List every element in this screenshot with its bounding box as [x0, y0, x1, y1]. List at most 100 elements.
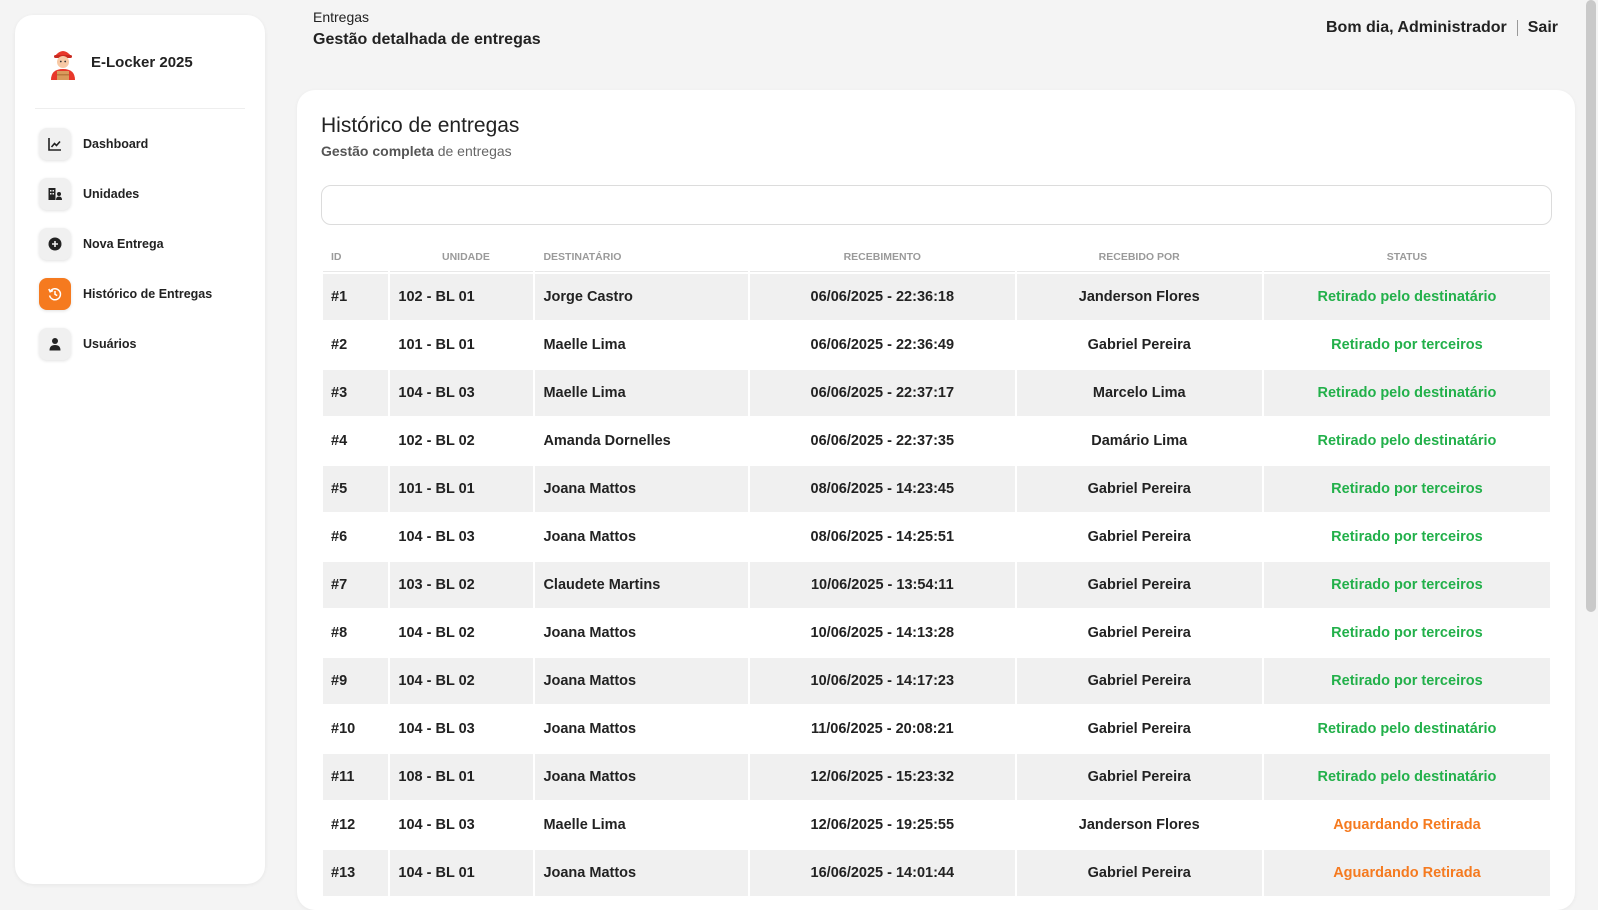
cell-id: #3 — [323, 370, 389, 416]
history-icon — [39, 278, 71, 310]
cell-destinatario: Maelle Lima — [535, 322, 748, 368]
cell-recebido-por: Gabriel Pereira — [1016, 754, 1262, 800]
cell-id: #1 — [323, 274, 389, 320]
cell-destinatario: Joana Mattos — [535, 466, 748, 512]
cell-destinatario: Joana Mattos — [535, 754, 748, 800]
cell-unidade: 108 - BL 01 — [390, 754, 534, 800]
table-row[interactable]: #1 102 - BL 01 Jorge Castro 06/06/2025 - 22… — [323, 274, 1550, 320]
cell-destinatario: Joana Mattos — [535, 706, 748, 752]
cell-status: Retirado pelo destinatário — [1263, 754, 1550, 800]
search-input[interactable] — [321, 185, 1552, 225]
table-row[interactable]: #12 104 - BL 03 Maelle Lima 12/06/2025 - 19… — [323, 802, 1550, 848]
cell-id: #5 — [323, 466, 389, 512]
cell-recebimento: 10/06/2025 - 14:13:28 — [749, 610, 1015, 656]
deliveries-table: ID Unidade Destinatário Recebimento Rece… — [321, 240, 1552, 898]
cell-status: Retirado pelo destinatário — [1263, 274, 1550, 320]
chart-line-icon — [39, 128, 71, 160]
cell-id: #9 — [323, 658, 389, 704]
cell-id: #13 — [323, 850, 389, 896]
brand[interactable]: E-Locker 2025 — [47, 37, 193, 87]
cell-destinatario: Maelle Lima — [535, 370, 748, 416]
page-scrollbar[interactable] — [1586, 0, 1596, 612]
cell-recebimento: 08/06/2025 - 14:25:51 — [749, 514, 1015, 560]
divider — [1516, 20, 1518, 36]
table-row[interactable]: #9 104 - BL 02 Joana Mattos 10/06/2025 - 14… — [323, 658, 1550, 704]
cell-recebimento: 10/06/2025 - 14:17:23 — [749, 658, 1015, 704]
cell-recebido-por: Janderson Flores — [1016, 274, 1262, 320]
cell-status: Retirado pelo destinatário — [1263, 706, 1550, 752]
cell-unidade: 104 - BL 03 — [390, 514, 534, 560]
cell-id: #8 — [323, 610, 389, 656]
logout-link[interactable]: Sair — [1528, 19, 1558, 37]
cell-unidade: 102 - BL 02 — [390, 418, 534, 464]
cell-id: #2 — [323, 322, 389, 368]
cell-status: Retirado por terceiros — [1263, 562, 1550, 608]
table-row[interactable]: #13 104 - BL 01 Joana Mattos 16/06/2025 - 1… — [323, 850, 1550, 896]
sidebar-item-usuarios[interactable]: Usuários — [39, 319, 247, 369]
deliveries-table-wrapper: ID Unidade Destinatário Recebimento Rece… — [321, 240, 1552, 898]
column-header-unidade[interactable]: Unidade — [390, 242, 534, 272]
cell-unidade: 102 - BL 01 — [390, 274, 534, 320]
column-header-recebimento[interactable]: Recebimento — [749, 242, 1015, 272]
cell-destinatario: Joana Mattos — [535, 514, 748, 560]
cell-unidade: 104 - BL 02 — [390, 610, 534, 656]
sidebar: E-Locker 2025 Dashboard Unidades Nova En… — [15, 15, 265, 884]
sidebar-item-label: Nova Entrega — [83, 237, 164, 251]
cell-unidade: 103 - BL 02 — [390, 562, 534, 608]
building-icon — [39, 178, 71, 210]
cell-id: #6 — [323, 514, 389, 560]
sidebar-item-label: Unidades — [83, 187, 140, 201]
column-header-destinatario[interactable]: Destinatário — [535, 242, 748, 272]
cell-recebimento: 06/06/2025 - 22:36:18 — [749, 274, 1015, 320]
cell-recebido-por: Marcelo Lima — [1016, 370, 1262, 416]
sidebar-item-historico[interactable]: Histórico de Entregas — [39, 269, 247, 319]
cell-id: #7 — [323, 562, 389, 608]
cell-recebimento: 08/06/2025 - 14:23:45 — [749, 466, 1015, 512]
cell-recebido-por: Gabriel Pereira — [1016, 706, 1262, 752]
cell-recebido-por: Gabriel Pereira — [1016, 850, 1262, 896]
table-row[interactable]: #4 102 - BL 02 Amanda Dornelles 06/06/2025 … — [323, 418, 1550, 464]
cell-id: #10 — [323, 706, 389, 752]
cell-recebimento: 06/06/2025 - 22:37:35 — [749, 418, 1015, 464]
card-title: Histórico de entregas — [321, 114, 520, 137]
sidebar-item-unidades[interactable]: Unidades — [39, 169, 247, 219]
page-title: Gestão detalhada de entregas — [313, 31, 541, 48]
cell-unidade: 104 - BL 02 — [390, 658, 534, 704]
table-row[interactable]: #3 104 - BL 03 Maelle Lima 06/06/2025 - 22:… — [323, 370, 1550, 416]
divider — [35, 108, 245, 109]
locker-mascot-icon — [51, 51, 75, 80]
table-row[interactable]: #11 108 - BL 01 Joana Mattos 12/06/2025 - 1… — [323, 754, 1550, 800]
cell-recebimento: 16/06/2025 - 14:01:44 — [749, 850, 1015, 896]
cell-recebido-por: Gabriel Pereira — [1016, 514, 1262, 560]
sidebar-item-label: Dashboard — [83, 137, 149, 151]
sidebar-item-dashboard[interactable]: Dashboard — [39, 119, 247, 169]
card-subtitle-bold: Gestão completa — [321, 143, 434, 159]
cell-destinatario: Claudete Martins — [535, 562, 748, 608]
table-row[interactable]: #6 104 - BL 03 Joana Mattos 08/06/2025 - 14… — [323, 514, 1550, 560]
table-row[interactable]: #5 101 - BL 01 Joana Mattos 08/06/2025 - 14… — [323, 466, 1550, 512]
table-row[interactable]: #7 103 - BL 02 Claudete Martins 10/06/2025 … — [323, 562, 1550, 608]
cell-recebimento: 06/06/2025 - 22:36:49 — [749, 322, 1015, 368]
cell-recebimento: 11/06/2025 - 20:08:21 — [749, 706, 1015, 752]
brand-name: E-Locker 2025 — [91, 53, 193, 71]
cell-status: Retirado por terceiros — [1263, 658, 1550, 704]
cell-unidade: 104 - BL 03 — [390, 706, 534, 752]
card-subtitle-rest: de entregas — [433, 143, 512, 159]
table-row[interactable]: #10 104 - BL 03 Joana Mattos 11/06/2025 - 2… — [323, 706, 1550, 752]
table-row[interactable]: #8 104 - BL 02 Joana Mattos 10/06/2025 - 14… — [323, 610, 1550, 656]
column-header-id[interactable]: ID — [323, 242, 389, 272]
column-header-status[interactable]: Status — [1263, 242, 1550, 272]
cell-recebimento: 12/06/2025 - 19:25:55 — [749, 802, 1015, 848]
greeting-text: Bom dia, Administrador — [1325, 19, 1507, 36]
plus-circle-icon — [39, 228, 71, 260]
cell-status: Retirado pelo destinatário — [1263, 418, 1550, 464]
cell-recebimento: 12/06/2025 - 15:23:32 — [749, 754, 1015, 800]
sidebar-item-label: Histórico de Entregas — [83, 287, 213, 301]
cell-recebido-por: Damário Lima — [1016, 418, 1262, 464]
cell-recebimento: 06/06/2025 - 22:37:17 — [749, 370, 1015, 416]
table-row[interactable]: #2 101 - BL 01 Maelle Lima 06/06/2025 - 22:… — [323, 322, 1550, 368]
cell-status: Aguardando Retirada — [1263, 850, 1550, 896]
sidebar-item-nova-entrega[interactable]: Nova Entrega — [39, 219, 247, 269]
column-header-recebido-por[interactable]: Recebido por — [1016, 242, 1262, 272]
cell-recebido-por: Gabriel Pereira — [1016, 562, 1262, 608]
